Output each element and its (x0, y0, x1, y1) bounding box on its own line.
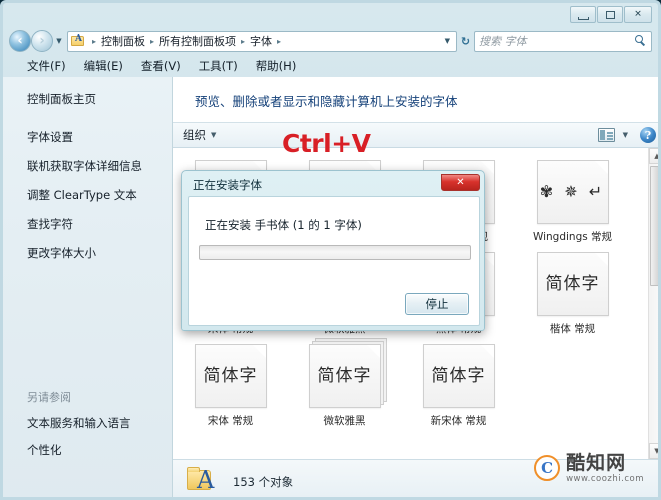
menu-edit[interactable]: 编辑(E) (84, 58, 123, 74)
fonts-folder-icon: A (185, 466, 219, 498)
back-button[interactable]: ‹ (9, 30, 31, 52)
navigation-sidebar: 控制面板主页 字体设置 联机获取字体详细信息 调整 ClearType 文本 查… (3, 77, 173, 497)
scroll-down-button[interactable]: ▼ (649, 443, 658, 459)
title-bar: ✕ (3, 3, 658, 27)
font-item[interactable]: ✾ ✵ ↵ Wingdings 常规 (525, 160, 620, 244)
font-preview-card[interactable]: 简体字 (536, 252, 609, 316)
close-icon: ✕ (634, 9, 642, 19)
menu-help[interactable]: 帮助(H) (256, 58, 297, 74)
breadcrumb-control-panel[interactable]: 控制面板 (100, 33, 146, 49)
install-progress-bar (199, 245, 471, 260)
font-sample-text: 简体字 (317, 365, 372, 386)
search-icon (635, 35, 647, 47)
font-item-label: Wingdings 常规 (532, 231, 613, 243)
font-sample-text: 简体字 (545, 273, 600, 294)
font-preview-card[interactable]: 简体字 (194, 344, 267, 408)
sidebar-item-personalization[interactable]: 个性化 (27, 442, 167, 458)
sidebar-item-text-services[interactable]: 文本服务和输入语言 (27, 415, 167, 431)
dialog-body: 正在安装 手书体 (1 的 1 字体) 停止 (188, 196, 480, 326)
font-sample-text: ✾ ✵ ↵ (539, 182, 606, 201)
watermark-name: 酷知网 (566, 451, 627, 474)
view-chevron-down-icon[interactable]: ▼ (623, 131, 628, 139)
address-bar-row: ‹ › ▼ A ▸ 控制面板 ▸ 所有控制面板项 ▸ 字体 ▸ ▼ ↻ 搜索 字… (3, 27, 658, 55)
font-item-label: 新宋体 常规 (430, 415, 487, 427)
watermark: C 酷知网 www.coozhi.com (534, 451, 644, 484)
minimize-icon (578, 17, 589, 20)
menu-tools[interactable]: 工具(T) (199, 58, 238, 74)
vertical-scrollbar[interactable]: ▲ ▼ (648, 148, 658, 459)
organize-button[interactable]: 组织 (183, 127, 206, 143)
page-title: 预览、删除或者显示和隐藏计算机上安装的字体 (195, 94, 458, 109)
forward-arrow-icon: › (39, 33, 45, 49)
minimize-button[interactable] (570, 6, 596, 23)
breadcrumb-separator: ▸ (241, 36, 246, 46)
sidebar-item-find-character[interactable]: 查找字符 (27, 216, 172, 232)
scroll-up-button[interactable]: ▲ (649, 148, 658, 164)
menu-view[interactable]: 查看(V) (141, 58, 181, 74)
font-item[interactable]: 简体字宋体 常规 (183, 344, 278, 428)
dialog-title-bar: 正在安装字体 ✕ (185, 174, 481, 196)
forward-button[interactable]: › (31, 30, 53, 52)
font-item-label: 微软雅黑 (323, 415, 366, 427)
see-also-heading: 另请参阅 (27, 391, 71, 404)
scrollbar-thumb[interactable] (650, 166, 658, 286)
close-button[interactable]: ✕ (624, 6, 652, 23)
chevron-down-icon[interactable]: ▼ (211, 131, 216, 139)
sidebar-item-adjust-cleartype[interactable]: 调整 ClearType 文本 (27, 187, 172, 203)
explorer-window: ✕ ‹ › ▼ A ▸ 控制面板 ▸ 所有控制面板项 ▸ 字体 ▸ ▼ ↻ 搜索… (0, 0, 661, 500)
command-toolbar: 组织 ▼ ▼ ? (173, 122, 658, 148)
breadcrumb-fonts[interactable]: 字体 (249, 33, 273, 49)
font-item-label: 楷体 常规 (549, 323, 596, 335)
window-controls: ✕ (570, 6, 652, 23)
status-bar: A 153 个对象 C 酷知网 www.coozhi.com (173, 453, 658, 498)
breadcrumb-separator: ▸ (277, 36, 282, 46)
refresh-button[interactable]: ↻ (457, 31, 474, 52)
restore-icon (606, 11, 615, 19)
breadcrumb-separator: ▸ (92, 36, 97, 46)
sidebar-item-font-settings[interactable]: 字体设置 (27, 129, 172, 145)
view-layout-icon[interactable] (597, 128, 615, 142)
sidebar-item-control-panel-home[interactable]: 控制面板主页 (27, 91, 172, 107)
search-input[interactable]: 搜索 字体 (479, 33, 635, 49)
refresh-icon: ↻ (460, 34, 471, 48)
menu-file[interactable]: 文件(F) (27, 58, 66, 74)
font-sample-text: 简体字 (203, 365, 258, 386)
back-arrow-icon: ‹ (17, 33, 23, 49)
help-icon[interactable]: ? (640, 127, 656, 143)
dialog-title: 正在安装字体 (193, 178, 262, 192)
address-input[interactable]: A ▸ 控制面板 ▸ 所有控制面板项 ▸ 字体 ▸ ▼ (67, 30, 457, 52)
see-also-section: 另请参阅 文本服务和输入语言 个性化 (27, 389, 167, 469)
sidebar-item-change-font-size[interactable]: 更改字体大小 (27, 245, 172, 261)
font-preview-card[interactable]: 简体字 (422, 344, 495, 408)
search-box[interactable]: 搜索 字体 (474, 30, 652, 52)
font-preview-card[interactable]: ✾ ✵ ↵ (536, 160, 609, 224)
font-sample-text: 简体字 (431, 365, 486, 386)
fonts-folder-icon: A (71, 34, 86, 48)
watermark-url: www.coozhi.com (566, 473, 644, 484)
status-item-count: 153 个对象 (233, 474, 294, 489)
breadcrumb-all-items[interactable]: 所有控制面板项 (158, 33, 237, 49)
recent-pages-button[interactable]: ▼ (53, 30, 65, 52)
address-dropdown-icon[interactable]: ▼ (441, 37, 454, 45)
dialog-message: 正在安装 手书体 (1 的 1 字体) (205, 218, 362, 232)
font-item[interactable]: 简体字 楷体 常规 (525, 252, 620, 336)
stop-button[interactable]: 停止 (405, 293, 469, 315)
sidebar-item-get-font-info-online[interactable]: 联机获取字体详细信息 (27, 158, 172, 174)
font-item[interactable]: 简体字 新宋体 常规 (411, 344, 506, 428)
breadcrumb-separator: ▸ (150, 36, 155, 46)
installing-fonts-dialog: 正在安装字体 ✕ 正在安装 手书体 (1 的 1 字体) 停止 (181, 170, 485, 331)
font-item[interactable]: 简体字微软雅黑 (297, 344, 392, 428)
font-preview-card[interactable]: 简体字 (308, 344, 381, 408)
dialog-close-button[interactable]: ✕ (441, 174, 480, 191)
keyboard-shortcut-annotation: Ctrl+V (282, 129, 371, 158)
restore-button[interactable] (597, 6, 623, 23)
menu-bar: 文件(F) 编辑(E) 查看(V) 工具(T) 帮助(H) (3, 55, 658, 77)
font-item-label: 宋体 常规 (207, 415, 254, 427)
coozhi-logo-icon: C (534, 455, 561, 482)
